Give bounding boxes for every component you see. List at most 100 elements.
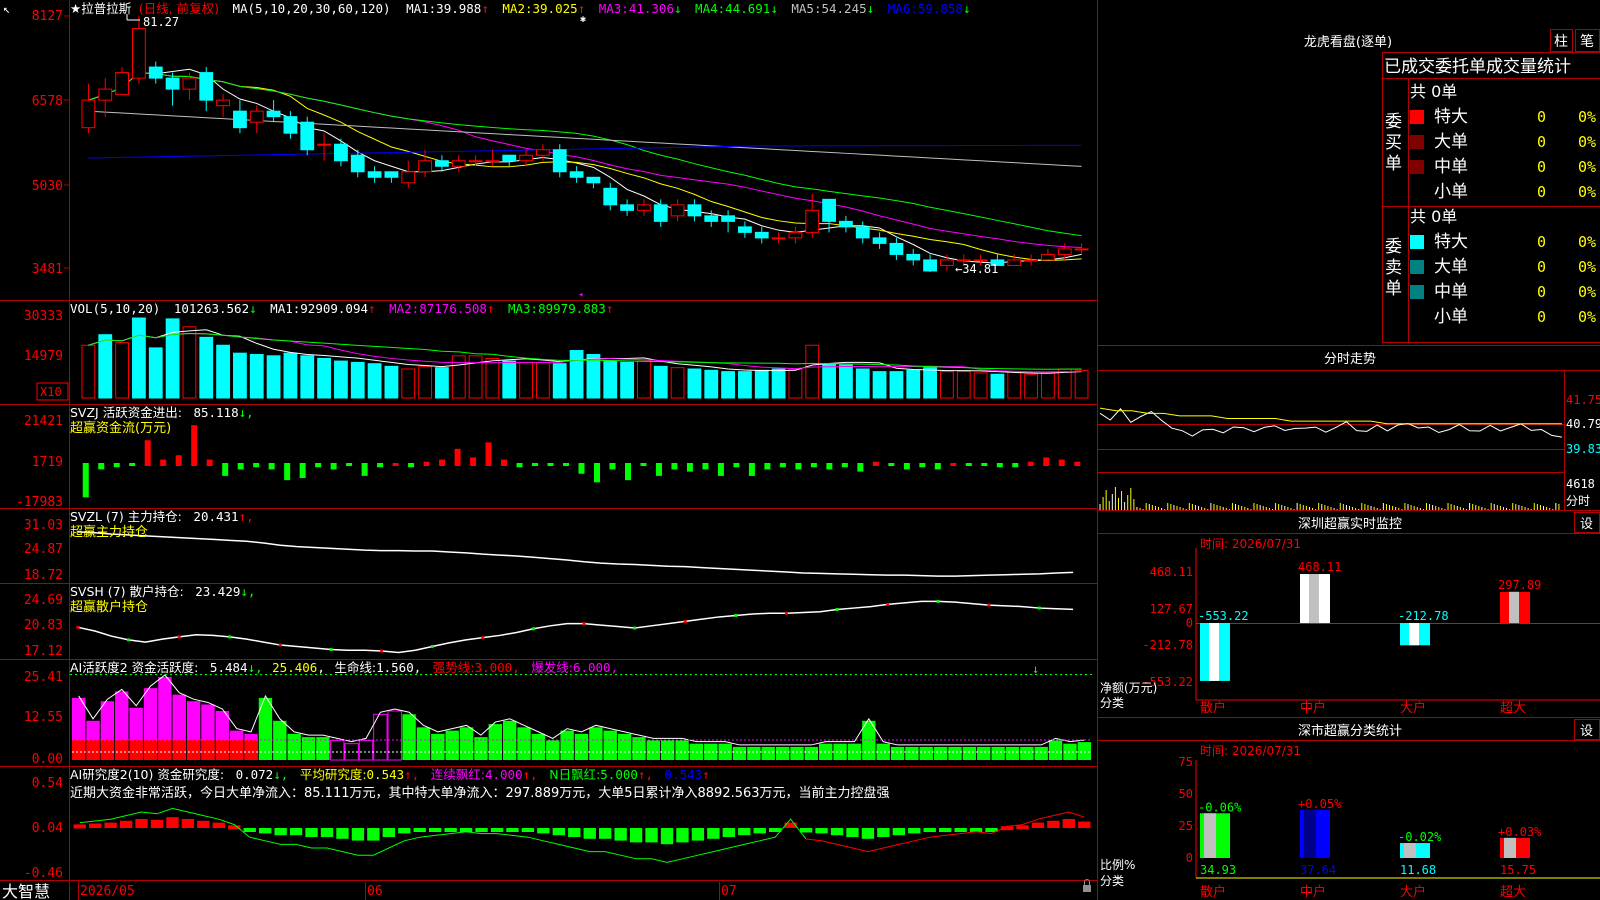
activity-bar [316,737,330,760]
monitor-ytick: 0 [1186,616,1193,630]
volume-bar [1057,368,1072,399]
volume-bar [956,371,971,399]
fund-flow-bar [826,463,833,470]
fund-flow-bar [888,463,895,466]
research-bar [135,819,148,828]
research-bar [73,824,86,829]
monitor-category: 散户 [1200,700,1226,716]
monitor-ytick: 127.67 [1150,602,1193,616]
svg-text:5030: 5030 [32,179,63,194]
stats-bar-highlight [1304,809,1316,858]
main-header: ★拉普拉斯 (日线, 前复权) MA(5,10,20,30,60,120) MA… [70,1,971,16]
intraday-title: 分时走势 [1324,351,1376,367]
fund-flow-bar [950,463,957,466]
candle [233,110,247,129]
volume-bar [855,368,870,399]
candle [1074,248,1089,251]
research-bar [877,828,890,837]
volume-bar [872,371,887,399]
activity-bar [358,739,374,761]
line-dot [886,602,890,606]
research-bar [259,828,272,834]
activity-bar [474,737,488,760]
research-bar [104,822,117,828]
activity-bar [589,727,603,760]
fund-flow-bar [160,459,167,466]
research-bar [923,828,936,832]
volume-bar [98,334,113,399]
monitor-time: 时间: 2026/07/31 [1200,537,1301,551]
svg-text:21421: 21421 [24,414,63,429]
svg-text:0.00: 0.00 [32,752,63,767]
volume-bar [1007,371,1022,399]
research-bar [351,828,365,841]
activity-bar [632,737,646,760]
volume-bar [1024,373,1038,399]
activity-bar [1077,742,1091,760]
sell-group-label: 委卖单 [1385,237,1402,299]
candle [889,242,904,255]
fund-flow-bar [485,442,492,466]
svg-text:41.75: 41.75 [1566,393,1600,407]
activity-bar [675,740,689,760]
research-bar [815,828,828,834]
fund-flow-bar [144,440,151,466]
order-stats-title: 已成交委托单成交量统计 [1384,57,1571,77]
candle [418,160,432,173]
buy-row-swatch [1410,160,1424,174]
fund-flow-bar [1058,459,1065,466]
monitor-value-label: -212.78 [1398,609,1449,623]
line-dot [430,645,434,649]
stock-analysis-screen: 81.27 ←34.81 ✱ ◂ ★拉普拉斯 (日线, 前复权) MA(5,10… [0,0,1600,900]
stats-bar-highlight [1204,813,1216,858]
stats-value-label: 37.64 [1300,863,1336,877]
fund-flow-bar [872,461,879,466]
volume-bar [536,361,550,399]
stats-change-label: -0.06% [1198,800,1242,814]
buy-group-label: 委买单 [1385,112,1402,174]
activity-bar [1034,746,1048,760]
stats-category: 超大 [1500,885,1526,900]
volume-bar [738,371,752,399]
fund-flow-bar [578,463,585,474]
line-dot [76,625,80,629]
buy-row-label: 小单 [1434,182,1468,202]
activity-bar [761,746,775,760]
volume-bar [586,353,601,399]
research-bar [583,828,596,839]
svsh-subtitle: 超赢散户持仓 [70,599,148,615]
line-dot [228,635,232,639]
volume-bar [249,353,264,399]
sell-row-count: 0 [1537,283,1546,301]
research-bar [1047,820,1060,828]
sell-row-swatch [1410,235,1424,249]
fund-flow-bar [748,463,755,476]
research-bar [1016,825,1029,830]
line-dot [683,619,687,623]
svg-text:20.83: 20.83 [24,618,63,633]
line-dot [987,603,991,607]
research-bar [212,822,225,828]
research-bar [197,820,210,828]
stats-xlabel: 分类 [1100,874,1124,888]
research-bar [691,828,705,841]
sell-row-count: 0 [1537,233,1546,251]
fund-flow-bar [439,459,446,466]
activity-bar [991,746,1005,760]
line-dot [127,638,131,642]
stats-value-label: 11.68 [1400,863,1436,877]
activity-bar [603,730,617,760]
candle [182,77,197,90]
stats-change-label: -0.02% [1398,830,1442,844]
research-bar [568,828,581,837]
monitor-bar-highlight [1309,574,1319,623]
fund-flow-bar [764,463,771,470]
research-bar [537,828,550,834]
svsh-y-axis: 24.69 20.83 17.12 [24,593,63,659]
volume-bar [1074,369,1089,399]
volume-bar [216,344,230,399]
volume-bar [603,360,618,399]
research-bar [892,828,905,836]
research-bar [599,828,612,839]
ai-activity-header: AI活跃度2 资金活跃度: 5.484↓, 25.406, 生命线:1.560,… [70,660,618,675]
